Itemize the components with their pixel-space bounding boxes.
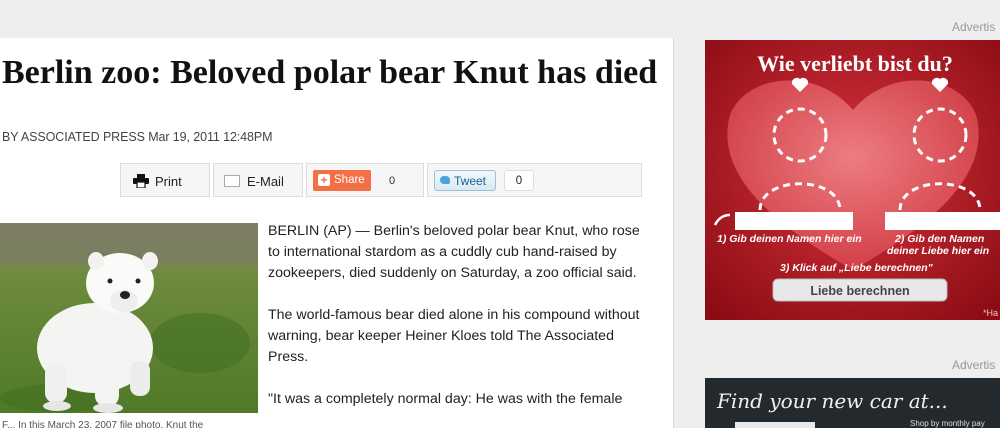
name-input-2[interactable]: [885, 212, 1000, 230]
photo-caption: F... In this March 23, 2007 file photo, …: [2, 420, 204, 428]
share-count: 0: [389, 175, 396, 187]
paragraph-1: BERLIN (AP) — Berlin's beloved polar bea…: [268, 223, 640, 281]
ad-corner-text: *Ha: [983, 308, 998, 318]
ad-step-1: 1) Gib deinen Namen hier ein: [717, 233, 862, 245]
print-button[interactable]: Print: [120, 163, 210, 197]
article-body: BERLIN (AP) — Berlin's beloved polar bea…: [268, 221, 648, 428]
article-panel: Berlin zoo: Beloved polar bear Knut has …: [0, 38, 674, 428]
car-ad-headline: Find your new car at...: [716, 389, 948, 413]
ad-title: Wie verliebt bist du?: [757, 51, 953, 76]
article-byline: BY ASSOCIATED PRESS Mar 19, 2011 12:48PM: [2, 130, 273, 144]
printer-icon: [133, 174, 149, 188]
love-calculator-ad[interactable]: Wie verliebt bist du? 1) Gib deinen Name…: [705, 40, 1000, 320]
advert-label-2: Advertis: [952, 358, 996, 372]
twitter-bird-icon: [440, 176, 450, 184]
top-bar: [0, 0, 1000, 38]
share-plus-icon: +: [318, 174, 330, 186]
email-button[interactable]: E-Mail: [213, 163, 303, 197]
ad-step-2b: deiner Liebe hier ein: [887, 245, 989, 257]
paragraph-3: "It was a completely normal day: He was …: [268, 391, 623, 407]
name-input-1[interactable]: [735, 212, 853, 230]
ad-step-2a: 2) Gib den Namen: [894, 233, 984, 245]
share-widget: + Share 0: [306, 163, 424, 197]
email-label: E-Mail: [247, 174, 284, 189]
calculate-love-label: Liebe berechnen: [810, 284, 909, 298]
car-ad[interactable]: Find your new car at... Shop by monthly …: [705, 378, 1000, 428]
ad-step-3: 3) Klick auf „Liebe berechnen": [780, 262, 934, 274]
share-label: Share: [334, 174, 365, 186]
email-icon: [224, 175, 240, 187]
polar-bear-photo[interactable]: [0, 223, 258, 413]
share-button[interactable]: + Share: [313, 170, 371, 191]
print-label: Print: [155, 174, 182, 189]
advert-label: Advertis: [952, 20, 996, 34]
article-headline: Berlin zoo: Beloved polar bear Knut has …: [2, 54, 658, 91]
car-ad-tagline: Shop by monthly pay: [910, 419, 985, 428]
tweet-widget: Tweet 0: [427, 163, 642, 197]
tweet-label: Tweet: [454, 174, 487, 188]
tweet-count: 0: [504, 170, 534, 191]
tweet-button[interactable]: Tweet: [434, 170, 496, 191]
paragraph-2: The world-famous bear died alone in his …: [268, 307, 640, 365]
